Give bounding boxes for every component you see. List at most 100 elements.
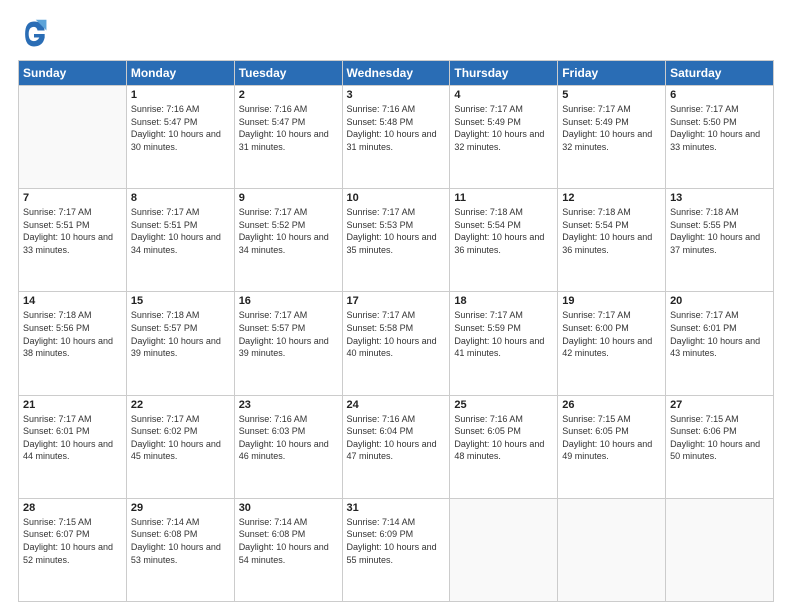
day-info: Sunrise: 7:16 AM Sunset: 5:47 PM Dayligh… — [239, 103, 338, 153]
day-number: 27 — [670, 399, 769, 411]
calendar-cell — [666, 498, 774, 601]
calendar-cell — [19, 86, 127, 189]
day-info: Sunrise: 7:17 AM Sunset: 5:49 PM Dayligh… — [454, 103, 553, 153]
day-number: 30 — [239, 502, 338, 514]
day-info: Sunrise: 7:16 AM Sunset: 6:03 PM Dayligh… — [239, 413, 338, 463]
day-info: Sunrise: 7:16 AM Sunset: 5:48 PM Dayligh… — [347, 103, 446, 153]
day-info: Sunrise: 7:17 AM Sunset: 5:59 PM Dayligh… — [454, 309, 553, 359]
day-number: 19 — [562, 295, 661, 307]
day-number: 24 — [347, 399, 446, 411]
calendar-cell: 16Sunrise: 7:17 AM Sunset: 5:57 PM Dayli… — [234, 292, 342, 395]
day-number: 8 — [131, 192, 230, 204]
day-info: Sunrise: 7:17 AM Sunset: 5:49 PM Dayligh… — [562, 103, 661, 153]
calendar-cell: 31Sunrise: 7:14 AM Sunset: 6:09 PM Dayli… — [342, 498, 450, 601]
day-number: 29 — [131, 502, 230, 514]
day-number: 4 — [454, 89, 553, 101]
calendar-cell: 30 Sunrise: 7:14 AM Sunset: 6:08 PM Dayli… — [234, 498, 342, 601]
day-number: 10 — [347, 192, 446, 204]
day-number: 14 — [23, 295, 122, 307]
day-number: 12 — [562, 192, 661, 204]
calendar-cell: 3Sunrise: 7:16 AM Sunset: 5:48 PM Daylig… — [342, 86, 450, 189]
day-number: 25 — [454, 399, 553, 411]
calendar-cell: 10 Sunrise: 7:17 AM Sunset: 5:53 PM Dayli… — [342, 189, 450, 292]
calendar-cell: 17 Sunrise: 7:17 AM Sunset: 5:58 PM Dayli… — [342, 292, 450, 395]
calendar-cell: 24Sunrise: 7:16 AM Sunset: 6:04 PM Dayli… — [342, 395, 450, 498]
day-number: 31 — [347, 502, 446, 514]
day-info: Sunrise: 7:16 AM Sunset: 5:47 PM Dayligh… — [131, 103, 230, 153]
calendar-cell: 21 Sunrise: 7:17 AM Sunset: 6:01 PM Dayli… — [19, 395, 127, 498]
weekday-header-tuesday: Tuesday — [234, 61, 342, 86]
day-info: Sunrise: 7:14 AM Sunset: 6:08 PM Dayligh… — [131, 516, 230, 566]
calendar-cell: 4 Sunrise: 7:17 AM Sunset: 5:49 PM Daylig… — [450, 86, 558, 189]
day-number: 26 — [562, 399, 661, 411]
day-info: Sunrise: 7:17 AM Sunset: 6:01 PM Dayligh… — [670, 309, 769, 359]
day-number: 17 — [347, 295, 446, 307]
day-info: Sunrise: 7:18 AM Sunset: 5:55 PM Dayligh… — [670, 206, 769, 256]
day-info: Sunrise: 7:17 AM Sunset: 6:00 PM Dayligh… — [562, 309, 661, 359]
day-info: Sunrise: 7:17 AM Sunset: 5:53 PM Dayligh… — [347, 206, 446, 256]
day-number: 21 — [23, 399, 122, 411]
day-info: Sunrise: 7:15 AM Sunset: 6:05 PM Dayligh… — [562, 413, 661, 463]
calendar-cell — [450, 498, 558, 601]
calendar-cell — [558, 498, 666, 601]
week-row-1: 1Sunrise: 7:16 AM Sunset: 5:47 PM Daylig… — [19, 86, 774, 189]
day-info: Sunrise: 7:17 AM Sunset: 5:50 PM Dayligh… — [670, 103, 769, 153]
calendar-cell: 14 Sunrise: 7:18 AM Sunset: 5:56 PM Dayli… — [19, 292, 127, 395]
calendar-cell: 19 Sunrise: 7:17 AM Sunset: 6:00 PM Dayli… — [558, 292, 666, 395]
calendar-cell: 27 Sunrise: 7:15 AM Sunset: 6:06 PM Dayli… — [666, 395, 774, 498]
calendar-cell: 18 Sunrise: 7:17 AM Sunset: 5:59 PM Dayli… — [450, 292, 558, 395]
day-info: Sunrise: 7:18 AM Sunset: 5:54 PM Dayligh… — [562, 206, 661, 256]
weekday-header-wednesday: Wednesday — [342, 61, 450, 86]
weekday-header-friday: Friday — [558, 61, 666, 86]
day-info: Sunrise: 7:18 AM Sunset: 5:56 PM Dayligh… — [23, 309, 122, 359]
day-number: 23 — [239, 399, 338, 411]
day-number: 6 — [670, 89, 769, 101]
calendar-cell: 1Sunrise: 7:16 AM Sunset: 5:47 PM Daylig… — [126, 86, 234, 189]
day-number: 20 — [670, 295, 769, 307]
calendar-cell: 15Sunrise: 7:18 AM Sunset: 5:57 PM Dayli… — [126, 292, 234, 395]
day-info: Sunrise: 7:15 AM Sunset: 6:06 PM Dayligh… — [670, 413, 769, 463]
day-number: 11 — [454, 192, 553, 204]
logo-icon — [18, 18, 50, 50]
calendar-cell: 26 Sunrise: 7:15 AM Sunset: 6:05 PM Dayli… — [558, 395, 666, 498]
day-number: 7 — [23, 192, 122, 204]
day-info: Sunrise: 7:16 AM Sunset: 6:05 PM Dayligh… — [454, 413, 553, 463]
logo — [18, 18, 54, 50]
day-info: Sunrise: 7:17 AM Sunset: 6:02 PM Dayligh… — [131, 413, 230, 463]
calendar-cell: 6 Sunrise: 7:17 AM Sunset: 5:50 PM Daylig… — [666, 86, 774, 189]
calendar-cell: 25 Sunrise: 7:16 AM Sunset: 6:05 PM Dayli… — [450, 395, 558, 498]
day-number: 2 — [239, 89, 338, 101]
calendar-cell: 9 Sunrise: 7:17 AM Sunset: 5:52 PM Daylig… — [234, 189, 342, 292]
day-number: 9 — [239, 192, 338, 204]
weekday-header-saturday: Saturday — [666, 61, 774, 86]
calendar-cell: 5 Sunrise: 7:17 AM Sunset: 5:49 PM Daylig… — [558, 86, 666, 189]
week-row-5: 28Sunrise: 7:15 AM Sunset: 6:07 PM Dayli… — [19, 498, 774, 601]
day-info: Sunrise: 7:17 AM Sunset: 6:01 PM Dayligh… — [23, 413, 122, 463]
day-info: Sunrise: 7:17 AM Sunset: 5:52 PM Dayligh… — [239, 206, 338, 256]
calendar-cell: 11 Sunrise: 7:18 AM Sunset: 5:54 PM Dayli… — [450, 189, 558, 292]
calendar-cell: 13 Sunrise: 7:18 AM Sunset: 5:55 PM Dayli… — [666, 189, 774, 292]
day-info: Sunrise: 7:14 AM Sunset: 6:08 PM Dayligh… — [239, 516, 338, 566]
day-info: Sunrise: 7:17 AM Sunset: 5:58 PM Dayligh… — [347, 309, 446, 359]
calendar-page: SundayMondayTuesdayWednesdayThursdayFrid… — [0, 0, 792, 612]
calendar-cell: 29 Sunrise: 7:14 AM Sunset: 6:08 PM Dayli… — [126, 498, 234, 601]
day-number: 18 — [454, 295, 553, 307]
calendar-cell: 20 Sunrise: 7:17 AM Sunset: 6:01 PM Dayli… — [666, 292, 774, 395]
day-info: Sunrise: 7:17 AM Sunset: 5:57 PM Dayligh… — [239, 309, 338, 359]
day-number: 13 — [670, 192, 769, 204]
day-info: Sunrise: 7:18 AM Sunset: 5:54 PM Dayligh… — [454, 206, 553, 256]
page-header — [18, 18, 774, 50]
calendar-cell: 7 Sunrise: 7:17 AM Sunset: 5:51 PM Daylig… — [19, 189, 127, 292]
day-number: 22 — [131, 399, 230, 411]
day-number: 28 — [23, 502, 122, 514]
calendar-cell: 22 Sunrise: 7:17 AM Sunset: 6:02 PM Dayli… — [126, 395, 234, 498]
calendar-cell: 28Sunrise: 7:15 AM Sunset: 6:07 PM Dayli… — [19, 498, 127, 601]
weekday-header-row: SundayMondayTuesdayWednesdayThursdayFrid… — [19, 61, 774, 86]
day-number: 15 — [131, 295, 230, 307]
week-row-4: 21 Sunrise: 7:17 AM Sunset: 6:01 PM Dayli… — [19, 395, 774, 498]
calendar-table: SundayMondayTuesdayWednesdayThursdayFrid… — [18, 60, 774, 602]
calendar-cell: 2 Sunrise: 7:16 AM Sunset: 5:47 PM Daylig… — [234, 86, 342, 189]
day-info: Sunrise: 7:17 AM Sunset: 5:51 PM Dayligh… — [23, 206, 122, 256]
day-info: Sunrise: 7:17 AM Sunset: 5:51 PM Dayligh… — [131, 206, 230, 256]
day-number: 5 — [562, 89, 661, 101]
